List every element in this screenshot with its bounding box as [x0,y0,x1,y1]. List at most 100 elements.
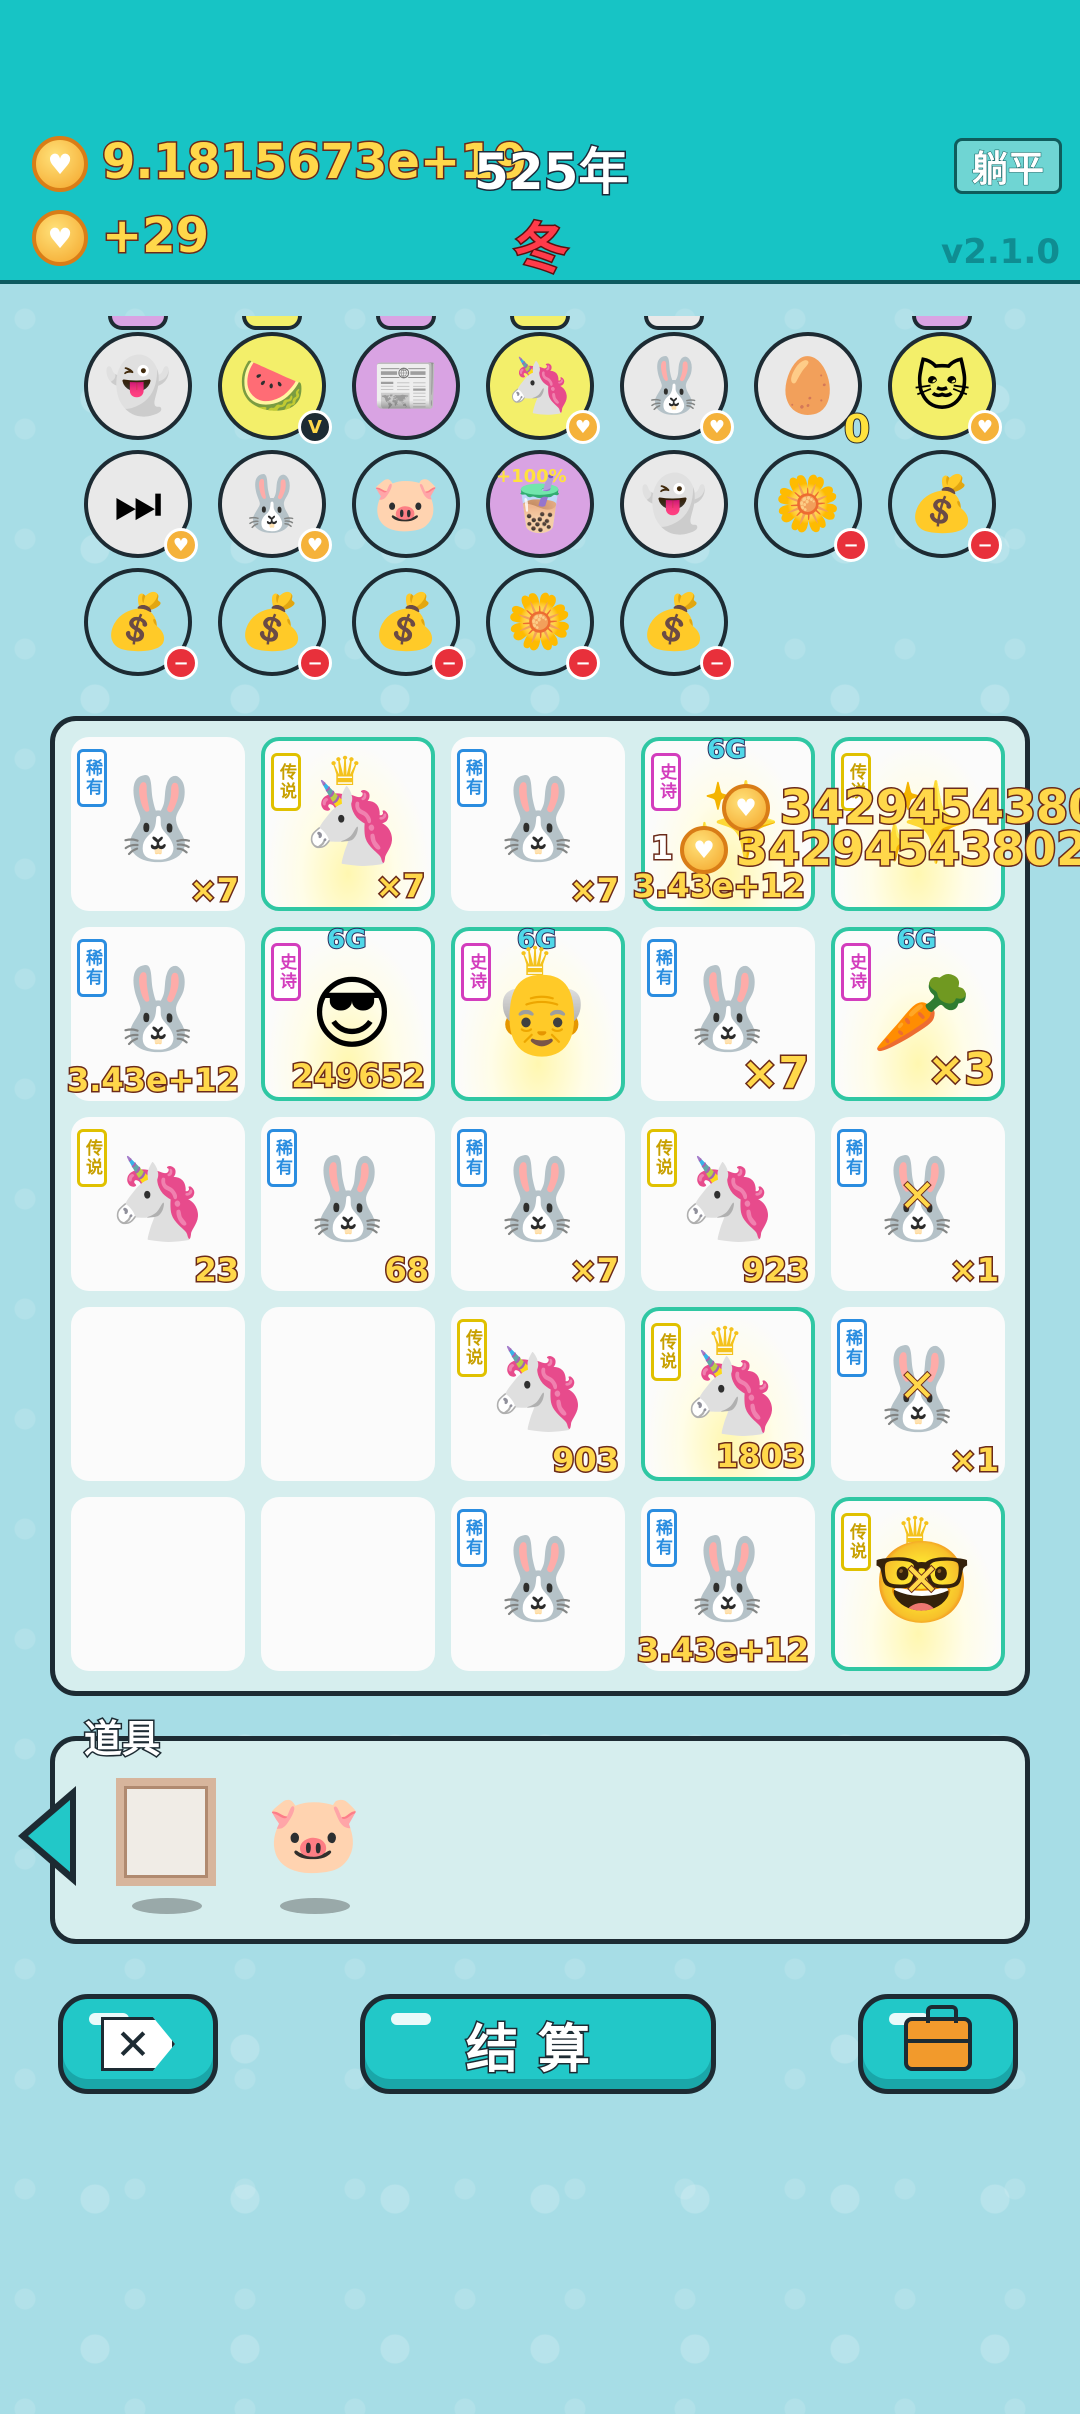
settle-button[interactable]: 结算 [360,1994,716,2094]
flower-pot-icon[interactable]: 🌼 − [486,568,600,680]
egg-carton-icon[interactable]: 🥚 0 [754,332,871,452]
slot-cell[interactable]: 传说 ♛ 🦄 ×7 [261,737,435,911]
rabbit-icon[interactable]: 🐰 ♥ [620,332,734,444]
empty-slot[interactable] [261,1497,435,1671]
rabbit-icon: 🐰 [488,1532,588,1625]
sack-icon[interactable]: 💰 − [84,568,198,680]
slot-cell[interactable]: 稀有 🐰 3.43e+12 [66,927,245,1101]
slot-cell[interactable]: 传说 🦄 903 [451,1307,625,1481]
unicorn-icon: 🦄 [108,1152,208,1245]
lie-flat-button[interactable]: 躺平 [954,138,1062,194]
unicorn-icon[interactable]: 🦄 ♥ [486,332,600,444]
flower-pot-icon[interactable]: 🌼 − [754,450,868,562]
skip-icon[interactable]: ⏭ ♥ [84,450,198,562]
slot-cell[interactable]: 史诗 6G 🥕 ×3 [831,924,1005,1101]
slot-cell[interactable]: 史诗 6G 😎 249652 [261,924,435,1101]
time-magazine-icon[interactable]: 📰 [352,332,460,440]
slot-cell[interactable]: 稀有 🐰 ×7 [451,1117,625,1291]
props-label: 道具 [82,1716,161,1763]
inventory-item-partial [912,316,972,330]
coin-income: +29 [100,207,210,266]
rabbit-icon: 🐰 [678,1532,778,1625]
old-man-icon: 👴 [492,966,592,1059]
cat-icon[interactable]: 🐱 ♥ [888,332,1002,444]
cell-value: ×1 [948,1440,1000,1481]
cross-mark-icon: ✕ [898,1360,937,1413]
slot-cell[interactable]: 稀有 🐰 ✕ ×1 [831,1307,1005,1481]
fruit-bowl-icon[interactable]: 🍉 V [218,332,332,444]
empty-slot[interactable] [71,1307,245,1481]
ghost-icon[interactable]: 👻 [84,332,192,440]
heart-badge-icon: ♥ [566,410,600,444]
heart-badge-icon: ♥ [298,528,332,562]
remove-badge-icon: − [834,528,868,562]
remove-badge-icon: − [298,646,332,680]
bonus-badge: +100% [496,466,567,487]
cell-value: 1803 [714,1436,806,1477]
cell-value: ×7 [374,866,426,907]
inventory-item-partial [510,316,570,330]
slot-cell[interactable]: 稀有 🐰 68 [261,1117,435,1291]
unicorn-icon: 🦄 [488,1342,588,1435]
settle-label: 结算 [464,2018,610,2081]
sack-icon[interactable]: 💰 − [620,568,734,680]
year-label: 525年 [472,142,629,203]
remove-badge-icon: − [432,646,466,680]
empty-slot[interactable] [261,1307,435,1481]
button-shine [391,2013,431,2025]
bubble-tea-icon[interactable]: 🧋 +100% [486,450,594,558]
empty-slot[interactable] [71,1497,245,1671]
remove-badge-icon: − [968,528,1002,562]
slot-cell[interactable]: 传说 🦄 23 [71,1117,245,1291]
slot-cell[interactable]: 稀有 🐰 ×7 [71,737,245,911]
coin-icon: ♥ [32,136,88,192]
inventory-item-partial [644,316,704,330]
slot-cell[interactable]: 传说 🦄 923 [641,1117,815,1291]
rabbit-icon[interactable]: 🐰 ♥ [218,450,332,562]
cell-value: ×1 [948,1250,1000,1291]
counter-badge: 0 [843,406,871,452]
rabbit-icon: 🐰 [108,772,208,865]
coin-icon: ♥ [32,210,88,266]
cell-value: ×7 [188,870,240,911]
slot-cell[interactable]: 稀有 🐰 ×7 [641,927,815,1101]
slot-cell[interactable]: 稀有 🐰 ✕ ×1 [831,1117,1005,1291]
coin-total: 9.1815673e+19 [101,133,529,192]
rabbit-icon: 🐰 [298,1152,398,1245]
top-status-bar: ♥ 9.1815673e+19 525年 ♥ +29 冬 躺平 v2.1.0 [0,0,1080,284]
sack-icon[interactable]: 💰 − [218,568,332,680]
cell-value: 68 [383,1250,431,1291]
frame-icon[interactable] [116,1778,216,1886]
item-shadow [280,1898,350,1914]
cell-value: 23 [193,1250,241,1291]
slot-cell[interactable]: 史诗 6G ♛ 👴 [451,924,625,1101]
unicorn-icon: 🦄 [678,1152,778,1245]
piggy-bank-icon[interactable]: 🐷 [352,450,460,558]
cell-value: 903 [551,1440,621,1481]
piggy-bank-icon[interactable]: 🐷 [262,1782,366,1886]
cross-mark-icon: ✕ [902,1554,941,1607]
slot-cell[interactable]: 传说 ♛ 🦄 1803 [641,1307,815,1481]
slot-cell[interactable]: 稀有 🐰 ×7 [451,737,625,911]
cell-value: ×3 [926,1043,997,1097]
slot-cell[interactable]: 稀有 🐰 [451,1497,625,1671]
remove-badge-icon: − [566,646,600,680]
cell-value: 923 [741,1250,811,1291]
ghost-icon[interactable]: 👻 [620,450,728,558]
slot-cell[interactable]: 传说 ♛ 🤓 ✕ [831,1497,1005,1671]
cross-mark-icon: ✕ [898,1170,937,1223]
rabbit-icon: 🐰 [488,772,588,865]
inventory-item-partial [108,316,168,330]
heart-badge-icon: ♥ [700,410,734,444]
exit-button[interactable]: ✕ [58,1994,218,2094]
briefcase-icon [904,2005,972,2071]
bag-button[interactable] [858,1994,1018,2094]
heart-badge-icon: ♥ [968,410,1002,444]
inventory-item-partial [376,316,436,330]
rabbit-icon: 🐰 [108,962,208,1055]
slot-cell[interactable]: 稀有 🐰 3.43e+12 [636,1497,815,1671]
sack-icon[interactable]: 💰 − [352,568,466,680]
coin-popup: 342945438028 [734,821,1080,878]
season-label: 冬 [513,216,570,282]
sack-icon[interactable]: 💰 − [888,450,1002,562]
